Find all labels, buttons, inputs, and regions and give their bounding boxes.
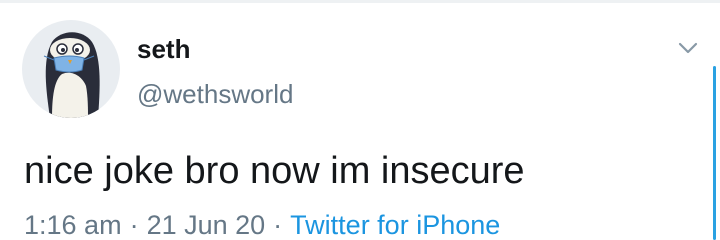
- divider: [0, 0, 720, 3]
- tweet-card: seth @wethsworld nice joke bro now im in…: [0, 0, 720, 240]
- meta-separator: ·: [273, 210, 283, 240]
- chevron-down-icon[interactable]: [676, 38, 700, 58]
- tweet-time[interactable]: 1:16 am: [24, 210, 122, 240]
- user-handle[interactable]: @wethsworld: [137, 78, 293, 110]
- scrollbar[interactable]: [713, 66, 716, 240]
- meta-separator: ·: [129, 210, 139, 240]
- penguin-avatar-icon: [43, 32, 100, 118]
- tweet-meta: 1:16 am · 21 Jun 20 · Twitter for iPhone: [24, 208, 500, 240]
- tweet-source-link[interactable]: Twitter for iPhone: [290, 210, 500, 240]
- tweet-date[interactable]: 21 Jun 20: [147, 210, 266, 240]
- display-name[interactable]: seth: [137, 34, 190, 64]
- tweet-text: nice joke bro now im insecure: [24, 150, 525, 192]
- avatar[interactable]: [22, 20, 120, 118]
